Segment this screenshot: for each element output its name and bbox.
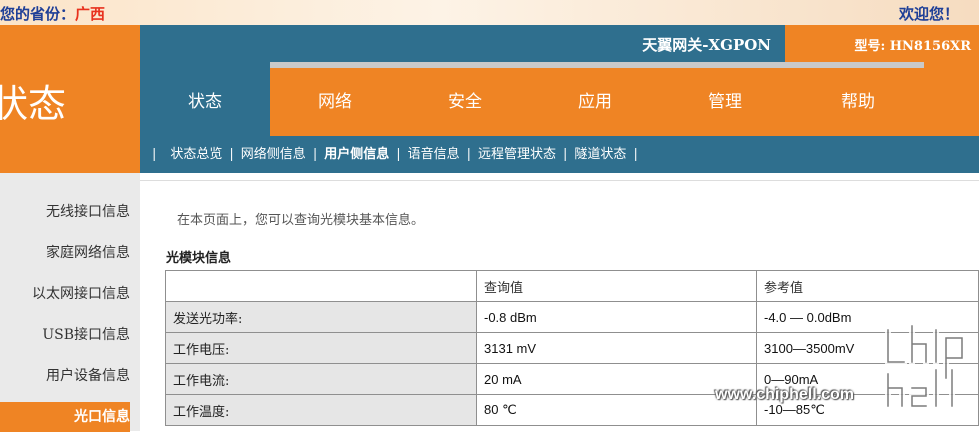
watermark-url: www.chiphell.com: [715, 386, 854, 403]
table-row: 发送光功率: -0.8 dBm -4.0 — 0.0dBm: [165, 301, 979, 333]
subnav-separator: |: [396, 147, 401, 162]
subnav-separator: |: [633, 147, 638, 162]
subnav-separator: |: [152, 147, 157, 162]
page-title: 状态: [0, 82, 67, 126]
sidebar-item-ethernet[interactable]: 以太网接口信息: [0, 279, 130, 309]
row-value: -0.8 dBm: [476, 301, 757, 333]
tab-management[interactable]: 管理: [660, 62, 790, 136]
province-indicator: 您的省份：广西: [0, 3, 105, 24]
page-intro: 在本页面上，您可以查询光模块基本信息。: [177, 213, 425, 228]
province-label: 您的省份：: [0, 5, 76, 23]
row-value: 3131 mV: [476, 332, 757, 364]
tab-status[interactable]: 状态: [140, 62, 270, 136]
tab-security[interactable]: 安全: [400, 62, 530, 136]
subnav-separator: |: [312, 147, 318, 162]
subnav-separator: |: [466, 147, 472, 162]
sidebar-item-wireless[interactable]: 无线接口信息: [0, 197, 130, 227]
table-header-cell: 查询值: [476, 270, 757, 302]
province-value: 广西: [75, 5, 106, 23]
row-label: 工作电压:: [165, 332, 477, 364]
sub-nav: | 状态总览 | 网络侧信息 | 用户侧信息 | 语音信息 | 远程管理状态 | 隧道状态 |: [140, 136, 979, 173]
table-row: 工作电压: 3131 mV 3100—3500mV: [165, 332, 979, 364]
gateway-name: 天翼网关-XGPON: [642, 36, 771, 54]
top-strip: 您的省份：广西 欢迎您！: [0, 0, 979, 25]
row-label: 工作电流:: [165, 363, 477, 395]
subnav-item-remote-management[interactable]: 远程管理状态: [478, 147, 556, 162]
table-header-row: 查询值 参考值: [165, 270, 979, 302]
page-title-block: 状态: [0, 25, 140, 173]
tab-application[interactable]: 应用: [530, 62, 660, 136]
model-number: 型号: HN8156XR: [854, 39, 971, 54]
table-row: 工作温度: 80 ℃ -10—85℃: [165, 394, 979, 426]
model-bar: 型号: HN8156XR: [785, 25, 979, 62]
table-header-cell: 参考值: [756, 270, 979, 302]
subnav-item-network-side[interactable]: 网络侧信息: [241, 147, 306, 162]
table-row: 工作电流: 20 mA 0—90mA: [165, 363, 979, 395]
row-label: 发送光功率:: [165, 301, 477, 333]
welcome-text: 欢迎您！: [898, 5, 959, 23]
tab-network[interactable]: 网络: [270, 62, 400, 136]
row-label: 工作温度:: [165, 394, 477, 426]
tab-help[interactable]: 帮助: [790, 62, 926, 136]
sidebar-item-home-network[interactable]: 家庭网络信息: [0, 238, 130, 268]
subnav-separator: |: [563, 147, 568, 162]
table-header-cell: [165, 270, 477, 302]
optical-module-table: 查询值 参考值 发送光功率: -0.8 dBm -4.0 — 0.0dBm 工作…: [165, 270, 979, 426]
subnav-item-voice[interactable]: 语音信息: [408, 147, 460, 162]
sidebar-item-optical-port[interactable]: 光口信息: [0, 402, 130, 432]
subnav-item-user-side[interactable]: 用户侧信息: [324, 147, 389, 162]
sidebar-item-user-devices[interactable]: 用户设备信息: [0, 361, 130, 391]
main-tab-bar: 状态 网络 安全 应用 管理 帮助: [140, 62, 979, 136]
sidebar-item-usb[interactable]: USB接口信息: [0, 320, 130, 350]
chiphell-logo-watermark: [885, 323, 965, 409]
subnav-item-tunnel[interactable]: 隧道状态: [574, 147, 626, 162]
subnav-separator: |: [229, 147, 234, 162]
gateway-bar: 天翼网关-XGPON: [140, 25, 785, 62]
section-title: 光模块信息: [166, 251, 232, 266]
subnav-item-overview[interactable]: 状态总览: [170, 147, 222, 162]
sidebar: 无线接口信息 家庭网络信息 以太网接口信息 USB接口信息 用户设备信息 光口信…: [0, 173, 140, 432]
